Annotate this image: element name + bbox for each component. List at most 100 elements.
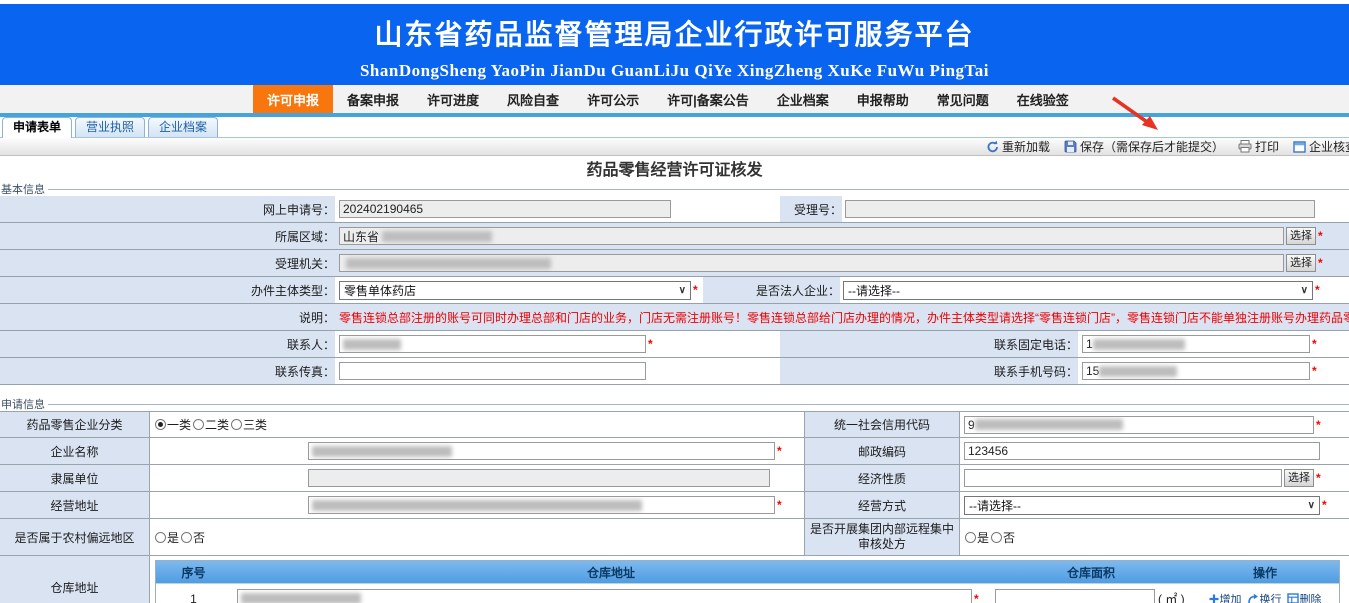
warehouse-delete-label: 删除 <box>1300 591 1322 603</box>
nav-item-record-apply[interactable]: 备案申报 <box>333 85 413 113</box>
nav-item-announcement[interactable]: 许可|备案公告 <box>653 85 763 113</box>
warehouse-col-address: 仓库地址 <box>231 564 991 581</box>
remote-radio-yes[interactable] <box>965 532 976 543</box>
phone-required-mark: * <box>1312 337 1317 351</box>
remote-radio-no[interactable] <box>991 532 1002 543</box>
economy-label: 经济性质 <box>805 465 960 491</box>
contact-input[interactable] <box>339 335 646 353</box>
fax-label: 联系传真： <box>0 363 335 380</box>
warehouse-add-button[interactable]: 增加 <box>1209 591 1242 603</box>
nav-item-enterprise-archive[interactable]: 企业档案 <box>763 85 843 113</box>
category-radio-class1[interactable] <box>155 419 166 430</box>
save-button[interactable]: 保存（需保存后才能提交） <box>1064 138 1224 155</box>
mobile-required-mark: * <box>1312 364 1317 378</box>
nav-item-progress[interactable]: 许可进度 <box>413 85 493 113</box>
accept-no-input[interactable] <box>845 200 1315 218</box>
economy-input[interactable] <box>964 469 1282 487</box>
nav-item-online-verify[interactable]: 在线验签 <box>1003 85 1083 113</box>
toolbar: 重新加载 保存（需保存后才能提交） 打印 企业核查 <box>0 138 1349 156</box>
note-label: 说明： <box>0 309 335 326</box>
warehouse-label: 仓库地址 <box>0 556 150 603</box>
row-parent-unit: 隶属单位 经济性质 选择 * <box>0 465 1349 492</box>
remote-review-label: 是否开展集团内部远程集中 审核处方 <box>805 519 960 555</box>
region-select-button[interactable]: 选择 <box>1286 227 1316 245</box>
site-subtitle: ShanDongSheng YaoPin JianDu GuanLiJu QiY… <box>0 61 1349 81</box>
category-radio-class3[interactable] <box>231 419 242 430</box>
print-icon <box>1238 140 1252 153</box>
fax-input[interactable] <box>339 362 646 380</box>
tab-application-form[interactable]: 申请表单 <box>2 117 72 138</box>
enterprise-verify-button[interactable]: 企业核查 <box>1293 138 1349 155</box>
page: 山东省药品监督管理局企业行政许可服务平台 ShanDongSheng YaoPi… <box>0 0 1349 603</box>
parent-unit-label: 隶属单位 <box>0 465 150 491</box>
tab-enterprise-archive[interactable]: 企业档案 <box>148 117 218 137</box>
nav-item-license-apply[interactable]: 许可申报 <box>253 85 333 113</box>
print-label: 打印 <box>1255 138 1279 155</box>
postcode-label: 邮政编码 <box>805 438 960 464</box>
authority-select-button[interactable]: 选择 <box>1286 254 1316 272</box>
region-required-mark: * <box>1318 229 1323 243</box>
category-radio-class2[interactable] <box>193 419 204 430</box>
company-label: 企业名称 <box>0 438 150 464</box>
authority-label: 受理机关： <box>0 255 335 272</box>
mobile-input[interactable]: 15 <box>1082 362 1310 380</box>
contact-label: 联系人： <box>0 336 335 353</box>
row-fax: 联系传真： 联系手机号码： 15 * <box>0 358 1349 385</box>
warehouse-delete-button[interactable]: 删除 <box>1287 591 1322 603</box>
legal-entity-select[interactable]: --请选择--∨ <box>843 281 1313 300</box>
credit-code-input[interactable]: 9 <box>964 416 1314 434</box>
rural-label: 是否属于农村偏远地区 <box>0 519 150 555</box>
basic-section-legend: 基本信息 <box>1 181 45 197</box>
chevron-down-icon: ∨ <box>1295 285 1308 296</box>
nav-item-help[interactable]: 申报帮助 <box>843 85 923 113</box>
app-no-input[interactable]: 202402190465 <box>339 200 671 218</box>
delete-table-icon <box>1287 593 1299 603</box>
warehouse-col-index: 序号 <box>156 564 231 581</box>
address-redacted-value <box>312 500 642 511</box>
subject-type-select[interactable]: 零售单体药店∨ <box>339 281 691 300</box>
authority-input[interactable] <box>339 254 1284 272</box>
apply-section-header: 申请信息 <box>0 397 1349 411</box>
warehouse-wrap-button[interactable]: 换行 <box>1247 591 1282 603</box>
site-title: 山东省药品监督管理局企业行政许可服务平台 <box>0 4 1349 53</box>
company-required-mark: * <box>777 444 782 458</box>
region-input[interactable]: 山东省 <box>339 227 1284 245</box>
site-header: 山东省药品监督管理局企业行政许可服务平台 ShanDongSheng YaoPi… <box>0 4 1349 85</box>
accept-no-label: 受理号： <box>780 201 842 218</box>
region-label: 所属区域： <box>0 228 335 245</box>
nav-item-risk-check[interactable]: 风险自查 <box>493 85 573 113</box>
phone-input[interactable]: 1 <box>1082 335 1310 353</box>
row-category: 药品零售企业分类 一类 二类 三类 统一社会信用代码 9 * <box>0 411 1349 438</box>
mode-label: 经营方式 <box>805 492 960 518</box>
credit-code-prefix: 9 <box>968 418 975 432</box>
warehouse-area-input[interactable] <box>995 589 1155 603</box>
note-text: 零售连锁总部注册的账号可同时办理总部和门店的业务，门店无需注册账号！零售连锁总部… <box>339 309 1349 326</box>
nav-item-publicity[interactable]: 许可公示 <box>573 85 653 113</box>
mode-select[interactable]: --请选择--∨ <box>964 496 1320 515</box>
warehouse-row-index: 1 <box>156 592 231 603</box>
tab-business-license[interactable]: 营业执照 <box>75 117 145 137</box>
basic-section-header: 基本信息 <box>0 182 1349 196</box>
main-nav: 许可申报 备案申报 许可进度 风险自查 许可公示 许可|备案公告 企业档案 申报… <box>0 85 1349 113</box>
row-company: 企业名称 * 邮政编码 123456 <box>0 438 1349 465</box>
rural-radio-no[interactable] <box>181 532 192 543</box>
address-input[interactable] <box>308 496 775 514</box>
chevron-down-icon: ∨ <box>673 285 686 296</box>
contact-required-mark: * <box>648 337 653 351</box>
parent-unit-input[interactable] <box>308 469 770 487</box>
row-rural-remote: 是否属于农村偏远地区 是 否 是否开展集团内部远程集中 审核处方 是 否 <box>0 519 1349 556</box>
postcode-input[interactable]: 123456 <box>964 442 1320 460</box>
nav-item-faq[interactable]: 常见问题 <box>923 85 1003 113</box>
company-input[interactable] <box>308 442 775 460</box>
print-button[interactable]: 打印 <box>1238 138 1279 155</box>
warehouse-wrap-label: 换行 <box>1260 591 1282 603</box>
row-contact: 联系人： * 联系固定电话： 1 * <box>0 331 1349 358</box>
economy-select-button[interactable]: 选择 <box>1284 469 1314 487</box>
reload-button[interactable]: 重新加载 <box>986 138 1050 155</box>
mobile-value-prefix: 15 <box>1086 364 1099 378</box>
rural-radio-yes[interactable] <box>155 532 166 543</box>
warehouse-table: 序号 仓库地址 仓库面积 操作 1 * ( ㎡ ) <box>155 560 1340 603</box>
mode-required-mark: * <box>1322 498 1327 512</box>
warehouse-address-input[interactable] <box>237 589 972 603</box>
rural-no-label: 否 <box>193 529 205 546</box>
